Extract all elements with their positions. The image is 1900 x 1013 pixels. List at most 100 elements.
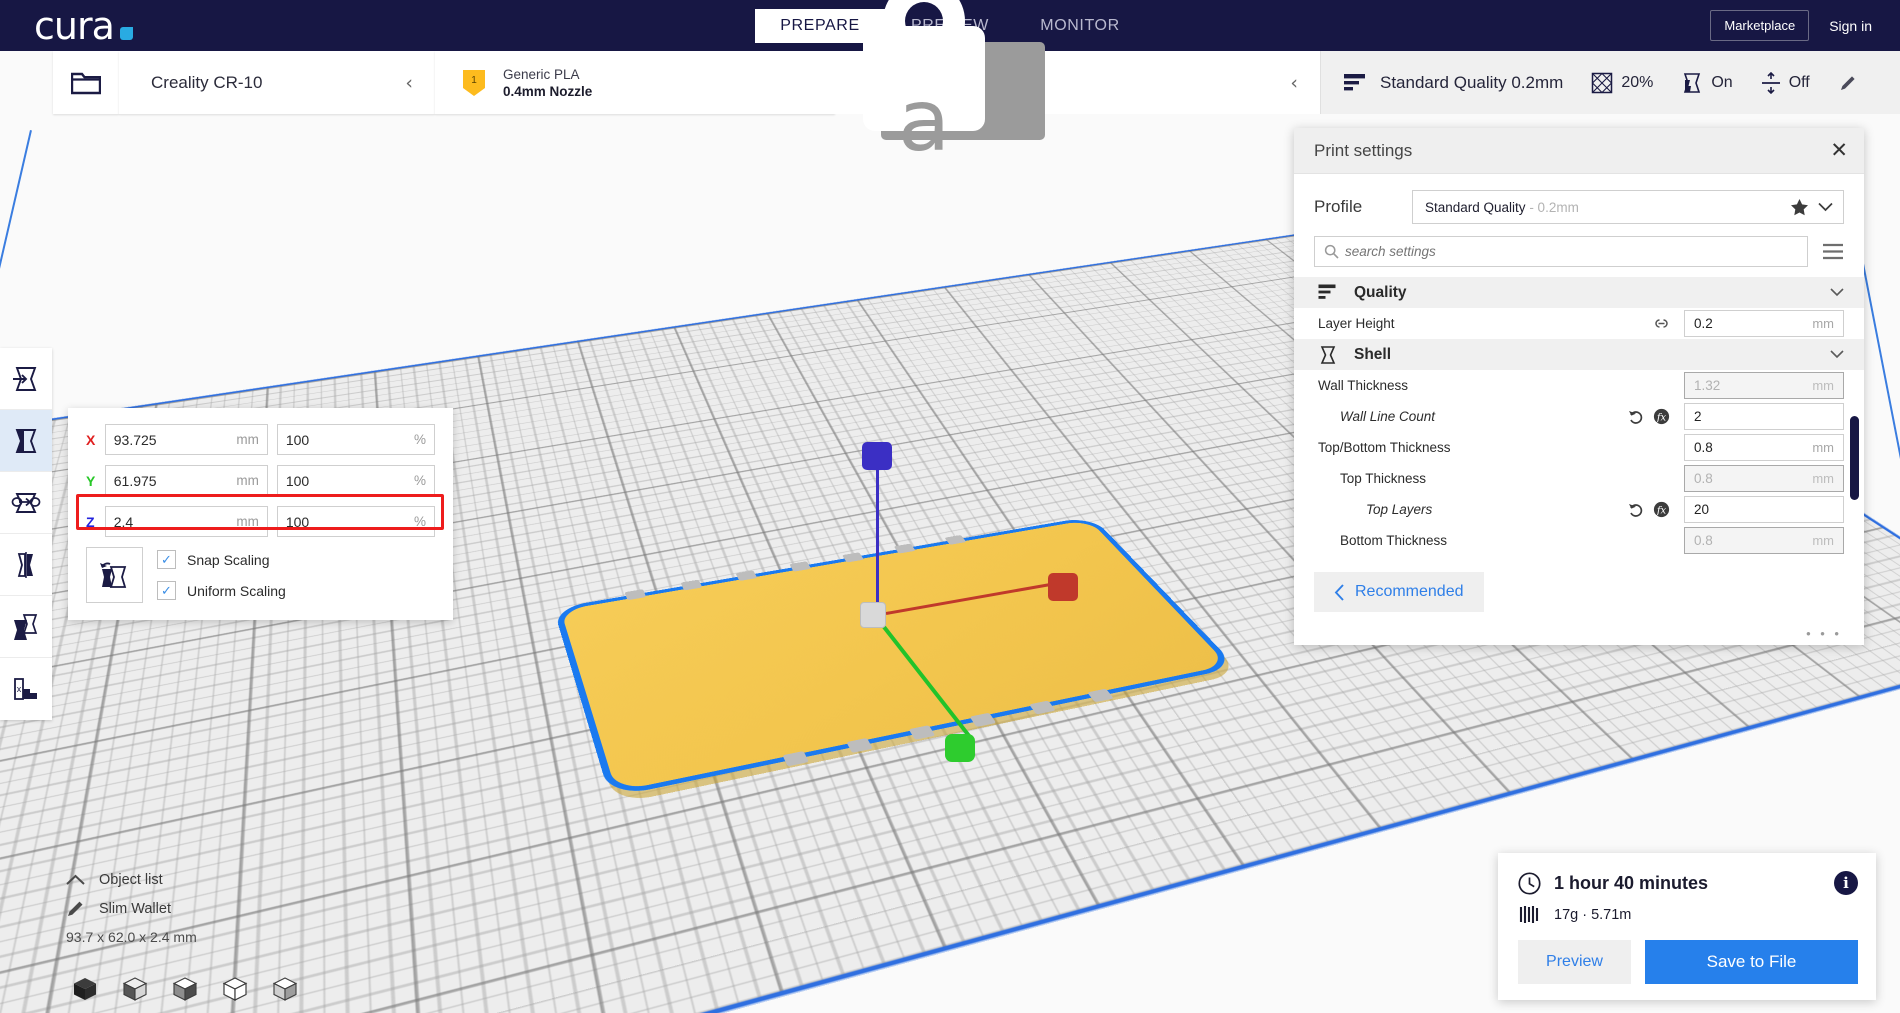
- move-tool-button[interactable]: [0, 348, 52, 410]
- setting-input[interactable]: 2: [1684, 403, 1844, 430]
- scale-x-percent-value: 100: [285, 431, 310, 448]
- scale-axis-y-label: Y: [86, 472, 96, 489]
- scale-y-mm-unit: mm: [236, 473, 259, 488]
- scale-y-percent-input[interactable]: 100 %: [276, 465, 435, 496]
- profile-dropdown[interactable]: Standard Quality - 0.2mm: [1412, 190, 1844, 224]
- setting-input[interactable]: 0.2 mm: [1684, 310, 1844, 337]
- setting-value: 0.8: [1694, 440, 1713, 455]
- setting-input[interactable]: 0.8 mm: [1684, 434, 1844, 461]
- profile-value-sub: - 0.2mm: [1525, 199, 1579, 215]
- shell-icon: [1320, 345, 1336, 364]
- setting-input[interactable]: 20: [1684, 496, 1844, 523]
- function-icon[interactable]: fx: [1653, 501, 1670, 518]
- profile-name: Standard Quality 0.2mm: [1380, 72, 1564, 92]
- view-solid-icon[interactable]: [72, 977, 98, 1001]
- print-settings-selector[interactable]: Standard Quality 0.2mm 20% On Off: [1320, 51, 1900, 114]
- adhesion-indicator[interactable]: Off: [1761, 71, 1810, 94]
- setting-unit: mm: [1812, 440, 1834, 455]
- chevron-down-icon[interactable]: [1830, 350, 1844, 359]
- settings-category-quality[interactable]: Quality: [1294, 277, 1864, 308]
- star-icon[interactable]: [1790, 198, 1809, 216]
- scale-z-percent-input[interactable]: 100 %: [276, 506, 435, 537]
- svg-text:1: 1: [471, 75, 477, 86]
- open-file-button[interactable]: [53, 51, 119, 114]
- scale-x-mm-input[interactable]: 93.725 mm: [104, 424, 268, 455]
- print-job-card: 1 hour 40 minutes i 17g · 5.71m Preview …: [1498, 853, 1876, 1000]
- settings-scrollbar[interactable]: [1850, 416, 1859, 500]
- scale-z-percent-unit: %: [413, 514, 426, 529]
- header-actions: Marketplace Sign in: [1710, 10, 1880, 41]
- scale-panel-options: ✓ Snap Scaling ✓ Uniform Scaling: [86, 547, 435, 603]
- support-indicator[interactable]: On: [1681, 72, 1733, 94]
- category-quality-label: Quality: [1354, 283, 1407, 301]
- settings-category-shell[interactable]: Shell: [1294, 339, 1864, 370]
- info-icon[interactable]: i: [1834, 871, 1858, 895]
- setting-label: Top Thickness: [1340, 471, 1427, 486]
- mirror-tool-button[interactable]: [0, 534, 52, 596]
- revert-icon[interactable]: [1628, 502, 1644, 517]
- pencil-icon: [68, 901, 83, 916]
- rotate-tool-button[interactable]: [0, 472, 52, 534]
- support-blocker-icon: x: [14, 678, 37, 700]
- sign-in-link[interactable]: Sign in: [1821, 18, 1880, 34]
- snap-scaling-checkbox[interactable]: ✓ Snap Scaling: [157, 550, 286, 569]
- scale-checkboxes: ✓ Snap Scaling ✓ Uniform Scaling: [157, 550, 286, 600]
- search-icon: [1324, 244, 1339, 259]
- mirror-tool-icon: [17, 551, 33, 578]
- close-icon[interactable]: ✕: [1830, 140, 1848, 161]
- search-settings-box[interactable]: [1314, 236, 1808, 267]
- svg-text:x: x: [17, 684, 22, 694]
- svg-text:fx: fx: [1656, 506, 1667, 517]
- save-to-file-button[interactable]: Save to File: [1645, 940, 1858, 984]
- hamburger-menu-icon[interactable]: [1822, 243, 1844, 260]
- tab-prepare-label: PREPARE: [780, 16, 860, 34]
- scale-y-mm-input[interactable]: 61.975 mm: [104, 465, 268, 496]
- scale-tool-button[interactable]: [0, 410, 52, 472]
- material-selector[interactable]: 1 Generic PLA 0.4mm Nozzle: [435, 51, 835, 114]
- scale-x-percent-input[interactable]: 100 %: [276, 424, 435, 455]
- function-icon[interactable]: fx: [1653, 408, 1670, 425]
- setting-input[interactable]: 0.8 mm: [1684, 465, 1844, 492]
- material-collapse-chevron-left-icon[interactable]: ‹: [1290, 72, 1298, 94]
- reset-scale-icon: [99, 562, 126, 588]
- logo-dot-icon: [119, 26, 133, 40]
- infill-icon: [1592, 72, 1613, 93]
- support-blocker-tool-button[interactable]: x: [0, 658, 52, 720]
- scale-axis-x-label: X: [86, 431, 96, 448]
- per-model-settings-tool-button[interactable]: [0, 596, 52, 658]
- preview-button[interactable]: Preview: [1518, 940, 1631, 984]
- revert-icon[interactable]: [1628, 409, 1644, 424]
- edit-print-settings-button[interactable]: [1838, 73, 1858, 93]
- chevron-down-icon[interactable]: [1830, 288, 1844, 297]
- object-list-toggle[interactable]: Object list: [66, 872, 197, 888]
- uniform-scaling-checkbox[interactable]: ✓ Uniform Scaling: [157, 581, 286, 600]
- panel-resize-grip[interactable]: • • •: [1294, 626, 1864, 645]
- scale-y-percent-unit: %: [413, 473, 426, 488]
- info-glyph: i: [1843, 874, 1849, 892]
- view-wireframe-icon[interactable]: [222, 977, 248, 1001]
- scale-x-mm-value: 93.725: [113, 431, 157, 448]
- printer-selector[interactable]: Creality CR-10 ‹: [119, 51, 435, 114]
- setting-input[interactable]: 1.32 mm: [1684, 372, 1844, 399]
- svg-text:fx: fx: [1656, 413, 1667, 424]
- view-shaded-icon[interactable]: [122, 977, 148, 1001]
- marketplace-button[interactable]: Marketplace: [1710, 10, 1810, 41]
- setting-value: 0.8: [1694, 471, 1713, 486]
- chevron-left-icon[interactable]: ‹: [405, 72, 413, 94]
- layers-icon: [1344, 73, 1365, 90]
- view-layer-icon[interactable]: [272, 977, 298, 1001]
- scale-x-mm-unit: mm: [236, 432, 259, 447]
- view-xray-icon[interactable]: [172, 977, 198, 1001]
- setting-input[interactable]: 0.8 mm: [1684, 527, 1844, 554]
- chevron-down-icon[interactable]: [1818, 202, 1833, 212]
- chevron-up-icon: [66, 874, 85, 885]
- search-settings-input[interactable]: [1345, 244, 1798, 259]
- object-list-item[interactable]: Slim Wallet: [66, 899, 197, 918]
- link-icon[interactable]: [1653, 317, 1670, 330]
- recommended-mode-button[interactable]: Recommended: [1314, 572, 1484, 612]
- object-list-title: Object list: [99, 872, 163, 888]
- adhesion-icon: [1761, 71, 1780, 94]
- scale-z-mm-input[interactable]: 2.4 mm: [104, 506, 268, 537]
- infill-indicator[interactable]: 20%: [1591, 72, 1653, 94]
- reset-scale-button[interactable]: [86, 547, 143, 603]
